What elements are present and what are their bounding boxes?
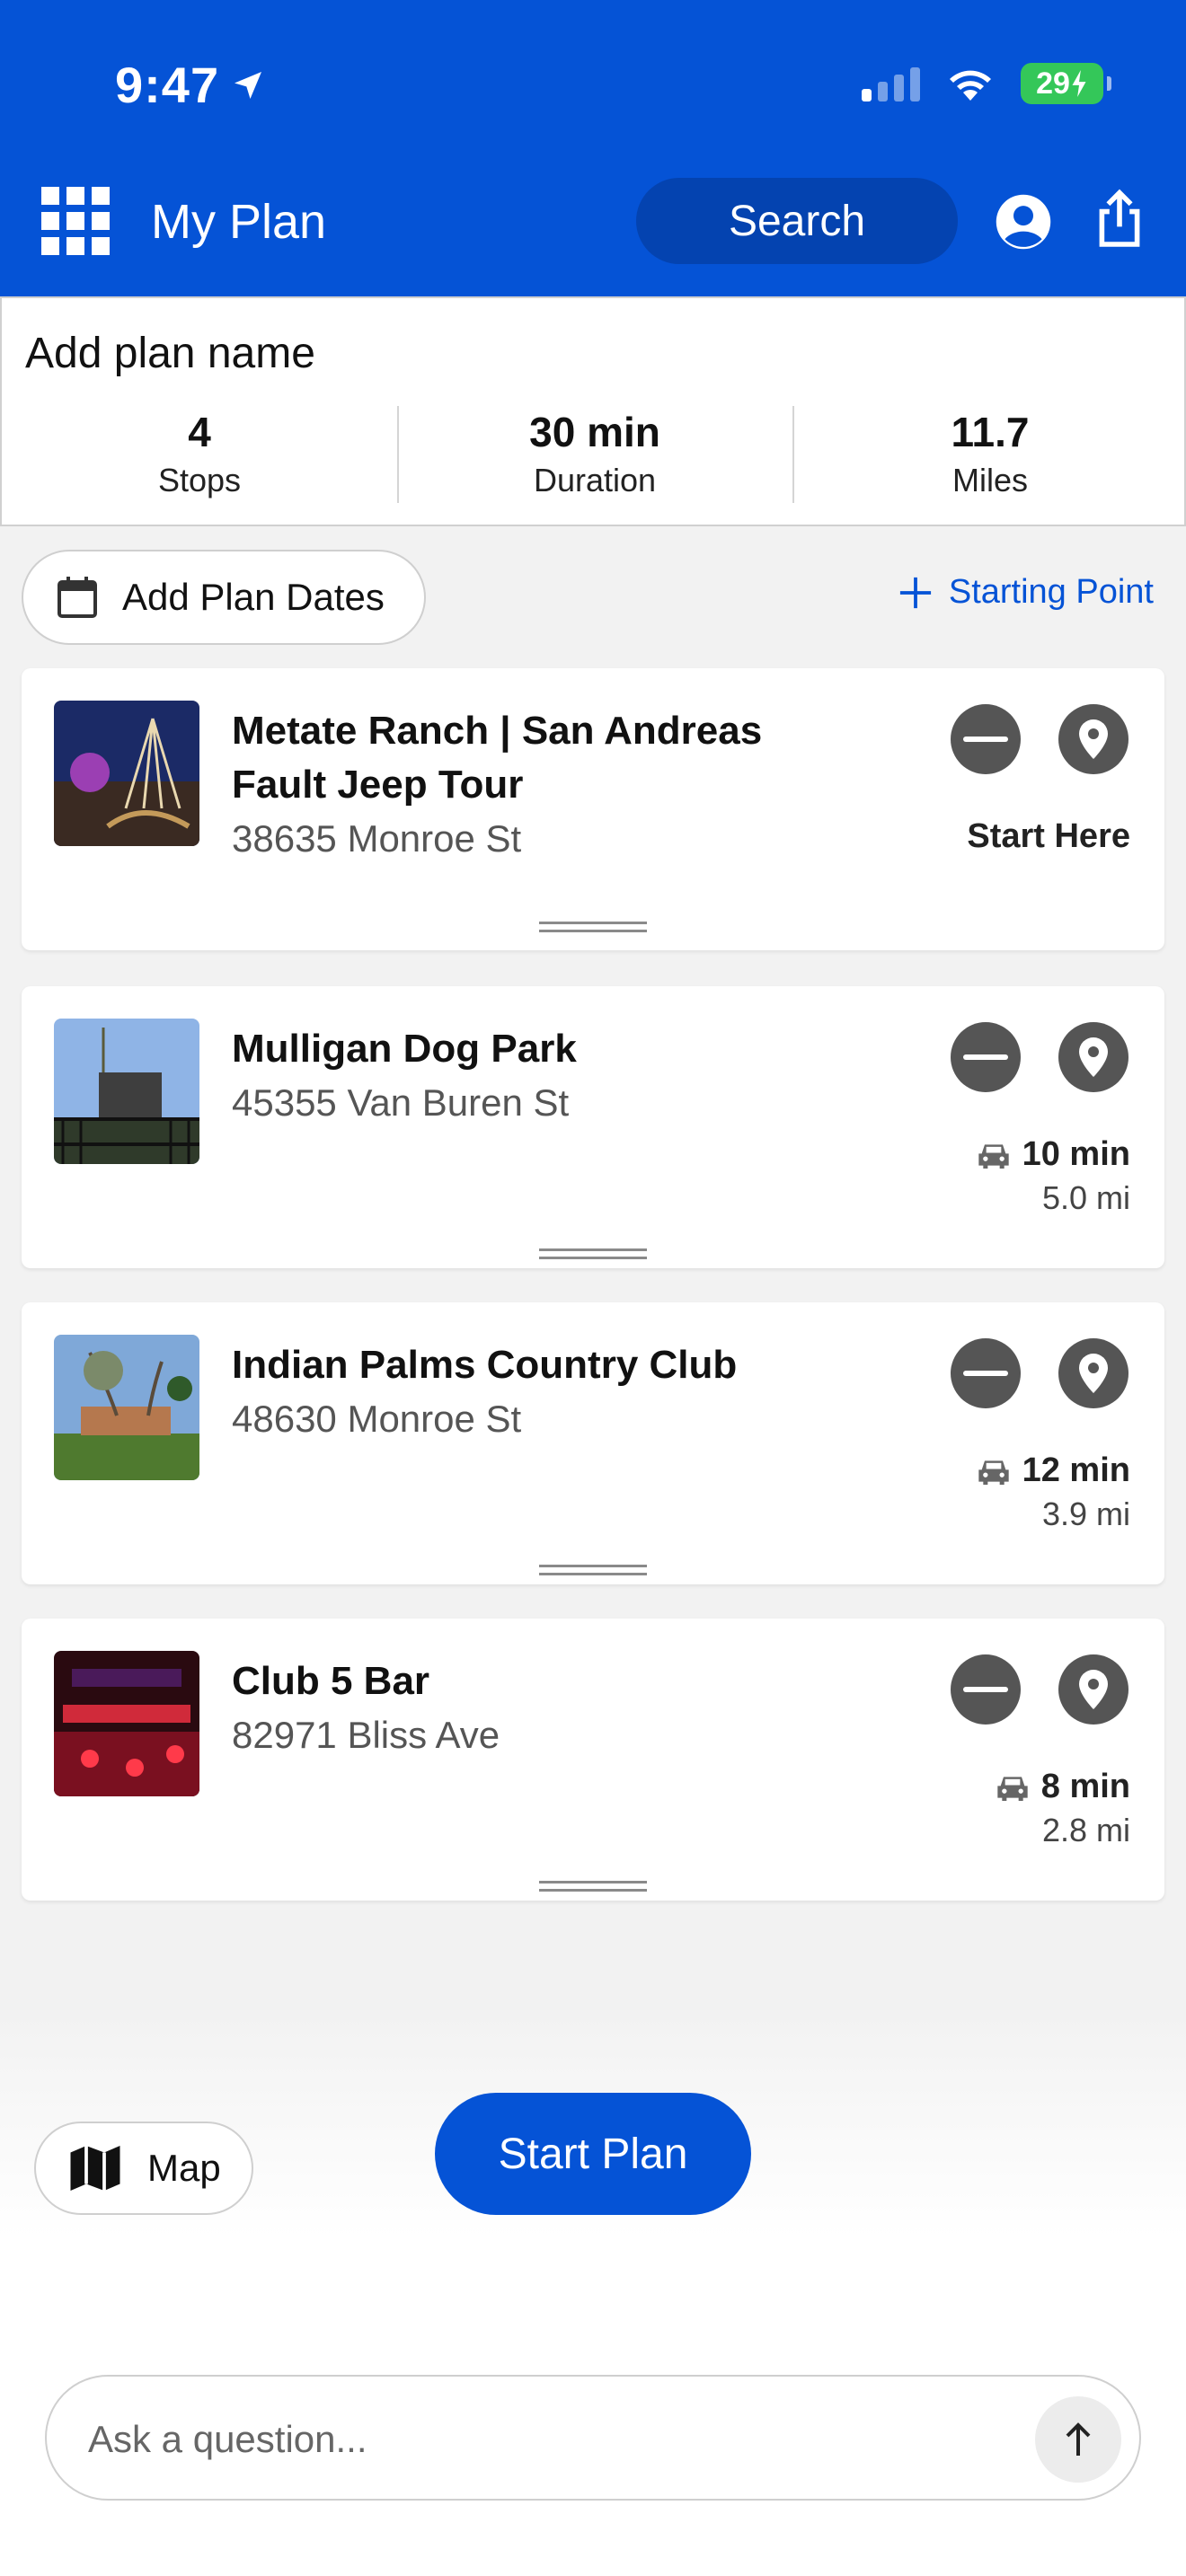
plan-stats: 4 Stops 30 min Duration 11.7 Miles	[2, 406, 1186, 507]
charging-bolt-icon	[1072, 70, 1086, 97]
stop-thumbnail	[54, 701, 199, 846]
search-button[interactable]: Search	[636, 178, 958, 264]
drive-time: 8 min	[995, 1768, 1130, 1806]
stat-label: Duration	[533, 462, 657, 498]
map-pin-icon	[1079, 719, 1108, 759]
drag-handle[interactable]	[539, 1248, 647, 1259]
drive-info: 12 min 3.9 mi	[976, 1451, 1130, 1533]
stop-name[interactable]: Indian Palms Country Club	[232, 1338, 807, 1392]
remove-stop-button[interactable]	[951, 704, 1021, 774]
drive-info: 10 min 5.0 mi	[976, 1135, 1130, 1217]
drive-time-text: 12 min	[1022, 1451, 1130, 1489]
drive-time: 10 min	[976, 1135, 1130, 1174]
plus-icon	[899, 577, 931, 608]
car-icon	[978, 1143, 1009, 1169]
remove-stop-button[interactable]	[951, 1022, 1021, 1092]
status-time-text: 9:47	[115, 57, 220, 113]
drive-distance: 3.9 mi	[1041, 1495, 1130, 1532]
stop-thumbnail	[54, 1651, 199, 1796]
map-pin-icon	[1079, 1354, 1108, 1393]
map-label: Map	[147, 2147, 221, 2189]
map-icon	[70, 2146, 120, 2191]
ask-question-box	[45, 2375, 1141, 2501]
stop-card[interactable]: Metate Ranch | San Andreas Fault Jeep To…	[22, 668, 1164, 950]
starting-point-button[interactable]: Starting Point	[898, 573, 1154, 612]
drag-handle[interactable]	[539, 1881, 647, 1892]
stat-label: Miles	[951, 462, 1028, 498]
stat-value: 11.7	[951, 409, 1030, 455]
stop-thumbnail	[54, 1019, 199, 1164]
status-time: 9:47	[115, 56, 266, 114]
start-plan-button[interactable]: Start Plan	[435, 2093, 751, 2215]
page-title: My Plan	[151, 195, 327, 249]
send-button[interactable]	[1035, 2396, 1121, 2483]
stop-thumbnail	[54, 1335, 199, 1480]
drive-time-text: 10 min	[1022, 1135, 1130, 1173]
share-icon[interactable]	[1094, 189, 1145, 250]
location-pin-button[interactable]	[1058, 1654, 1128, 1725]
location-pin-button[interactable]	[1058, 704, 1128, 774]
stat-miles: 11.7 Miles	[792, 406, 1186, 507]
minus-icon	[963, 1371, 1008, 1376]
arrow-up-icon	[1066, 2422, 1091, 2456]
remove-stop-button[interactable]	[951, 1654, 1021, 1725]
wifi-icon	[950, 70, 991, 101]
map-pin-icon	[1079, 1037, 1108, 1077]
calendar-icon	[58, 577, 97, 618]
stop-name[interactable]: Metate Ranch | San Andreas Fault Jeep To…	[232, 704, 807, 812]
battery-level: 29	[1036, 66, 1070, 101]
app-header: 9:47 29 My Plan Search	[0, 0, 1186, 296]
drive-distance: 2.8 mi	[1041, 1812, 1130, 1848]
minus-icon	[963, 1054, 1008, 1060]
stop-name[interactable]: Mulligan Dog Park	[232, 1022, 807, 1076]
starting-point-label: Starting Point	[948, 573, 1154, 611]
cellular-signal-icon	[862, 66, 920, 101]
stat-duration: 30 min Duration	[397, 406, 792, 507]
stop-card[interactable]: Mulligan Dog Park 45355 Van Buren St 10 …	[22, 986, 1164, 1268]
stop-address: 45355 Van Buren St	[232, 1081, 570, 1124]
minus-icon	[963, 737, 1008, 742]
stop-card[interactable]: Club 5 Bar 82971 Bliss Ave 8 min 2.8 mi	[22, 1619, 1164, 1901]
location-arrow-icon	[235, 71, 262, 99]
stat-stops: 4 Stops	[2, 406, 397, 507]
remove-stop-button[interactable]	[951, 1338, 1021, 1408]
location-pin-button[interactable]	[1058, 1338, 1128, 1408]
apps-grid-icon[interactable]	[41, 187, 110, 255]
plan-summary: Add plan name 4 Stops 30 min Duration 11…	[0, 296, 1186, 526]
stop-address: 48630 Monroe St	[232, 1398, 522, 1440]
map-button[interactable]: Map	[34, 2122, 253, 2215]
ask-question-input[interactable]	[88, 2409, 987, 2470]
add-plan-dates-button[interactable]: Add Plan Dates	[22, 550, 426, 645]
drag-handle[interactable]	[539, 1565, 647, 1575]
drive-time: 12 min	[976, 1451, 1130, 1490]
stat-value: 4	[188, 409, 211, 455]
location-pin-button[interactable]	[1058, 1022, 1128, 1092]
car-icon	[978, 1460, 1009, 1485]
map-pin-icon	[1079, 1670, 1108, 1709]
add-plan-dates-label: Add Plan Dates	[122, 576, 385, 618]
status-indicators: 29	[862, 63, 1111, 104]
drive-time-text: 8 min	[1040, 1768, 1130, 1805]
start-here-label: Start Here	[967, 817, 1130, 855]
stat-label: Stops	[157, 462, 242, 498]
drag-handle[interactable]	[539, 922, 647, 932]
stop-card[interactable]: Indian Palms Country Club 48630 Monroe S…	[22, 1302, 1164, 1584]
stat-value: 30 min	[529, 409, 660, 455]
battery-icon: 29	[1021, 63, 1111, 104]
stop-name[interactable]: Club 5 Bar	[232, 1654, 807, 1708]
stop-address: 38635 Monroe St	[232, 817, 522, 860]
minus-icon	[963, 1687, 1008, 1692]
plan-name-field[interactable]: Add plan name	[25, 329, 315, 378]
car-icon	[997, 1776, 1028, 1801]
stop-address: 82971 Bliss Ave	[232, 1714, 500, 1756]
drive-distance: 5.0 mi	[1041, 1179, 1130, 1216]
account-icon[interactable]	[994, 192, 1053, 251]
drive-info: 8 min 2.8 mi	[995, 1768, 1130, 1849]
